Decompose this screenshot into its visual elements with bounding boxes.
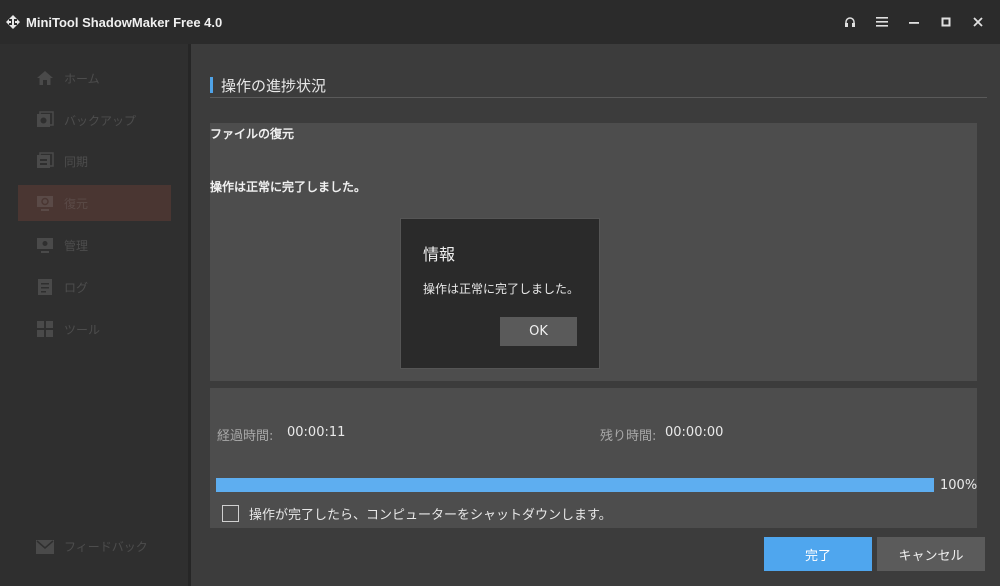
headset-icon[interactable] — [834, 0, 866, 44]
minimize-icon[interactable] — [898, 0, 930, 44]
sidebar-item-tools[interactable]: ツール — [18, 311, 171, 347]
info-dialog: 情報 操作は正常に完了しました。 OK — [400, 218, 600, 369]
shutdown-label: 操作が完了したら、コンピューターをシャットダウンします。 — [249, 508, 612, 523]
sidebar-item-restore[interactable]: 復元 — [18, 185, 171, 221]
dialog-message: 操作は正常に完了しました。 — [423, 282, 580, 296]
page-title: 操作の進捗状況 — [221, 76, 327, 95]
sidebar-item-sync[interactable]: 同期 — [18, 143, 171, 179]
sidebar-item-backup[interactable]: バックアップ — [18, 102, 171, 138]
sidebar-item-label: バックアップ — [64, 113, 137, 128]
sidebar-item-label: ホーム — [64, 71, 100, 86]
log-icon — [38, 279, 52, 295]
cancel-button[interactable]: キャンセル — [877, 537, 985, 571]
elapsed-time-value: 00:00:11 — [287, 425, 346, 440]
restore-icon — [37, 196, 53, 211]
maximize-icon[interactable] — [930, 0, 962, 44]
ok-button[interactable]: OK — [500, 317, 577, 346]
elapsed-time-label: 経過時間: — [217, 429, 274, 444]
sidebar-item-manage[interactable]: 管理 — [18, 227, 171, 263]
backup-icon — [37, 111, 54, 127]
title-accent — [210, 77, 213, 93]
feedback-label: フィードバック — [64, 540, 148, 554]
remaining-time-value: 00:00:00 — [665, 425, 724, 440]
progress-panel: 経過時間: 00:00:11 残り時間: 00:00:00 100% 操作が完了… — [210, 388, 977, 528]
remaining-time-label: 残り時間: — [600, 429, 657, 444]
close-icon[interactable] — [962, 0, 994, 44]
sidebar-item-home[interactable]: ホーム — [18, 60, 171, 96]
section-header: 操作の進捗状況 — [210, 73, 987, 98]
sidebar-item-label: ツール — [64, 322, 101, 337]
sidebar-item-label: 同期 — [64, 154, 89, 169]
finish-button[interactable]: 完了 — [764, 537, 872, 571]
progress-bar — [216, 478, 934, 492]
app-title: MiniTool ShadowMaker Free 4.0 — [26, 14, 223, 30]
dialog-title: 情報 — [423, 245, 456, 264]
operation-status: 操作は正常に完了しました。 — [210, 180, 367, 194]
feedback-link[interactable]: フィードバック — [36, 538, 148, 555]
progress-percent: 100% — [940, 478, 978, 493]
operation-name: ファイルの復元 — [210, 127, 295, 141]
window-controls — [834, 0, 994, 44]
sidebar-item-log[interactable]: ログ — [18, 269, 171, 305]
sidebar-item-label: ログ — [64, 280, 89, 295]
title-bar: MiniTool ShadowMaker Free 4.0 — [0, 0, 1000, 44]
mail-icon — [36, 539, 54, 554]
shutdown-checkbox[interactable] — [222, 505, 239, 522]
sidebar-item-label: 管理 — [64, 238, 89, 253]
manage-icon — [37, 238, 53, 253]
sidebar-item-label: 復元 — [64, 196, 89, 211]
shutdown-option[interactable]: 操作が完了したら、コンピューターをシャットダウンします。 — [222, 504, 612, 523]
home-icon — [37, 71, 53, 85]
progress-fill — [216, 478, 934, 492]
sync-icon — [37, 152, 54, 168]
tools-icon — [37, 321, 53, 337]
menu-icon[interactable] — [866, 0, 898, 44]
app-logo-icon — [6, 15, 20, 29]
